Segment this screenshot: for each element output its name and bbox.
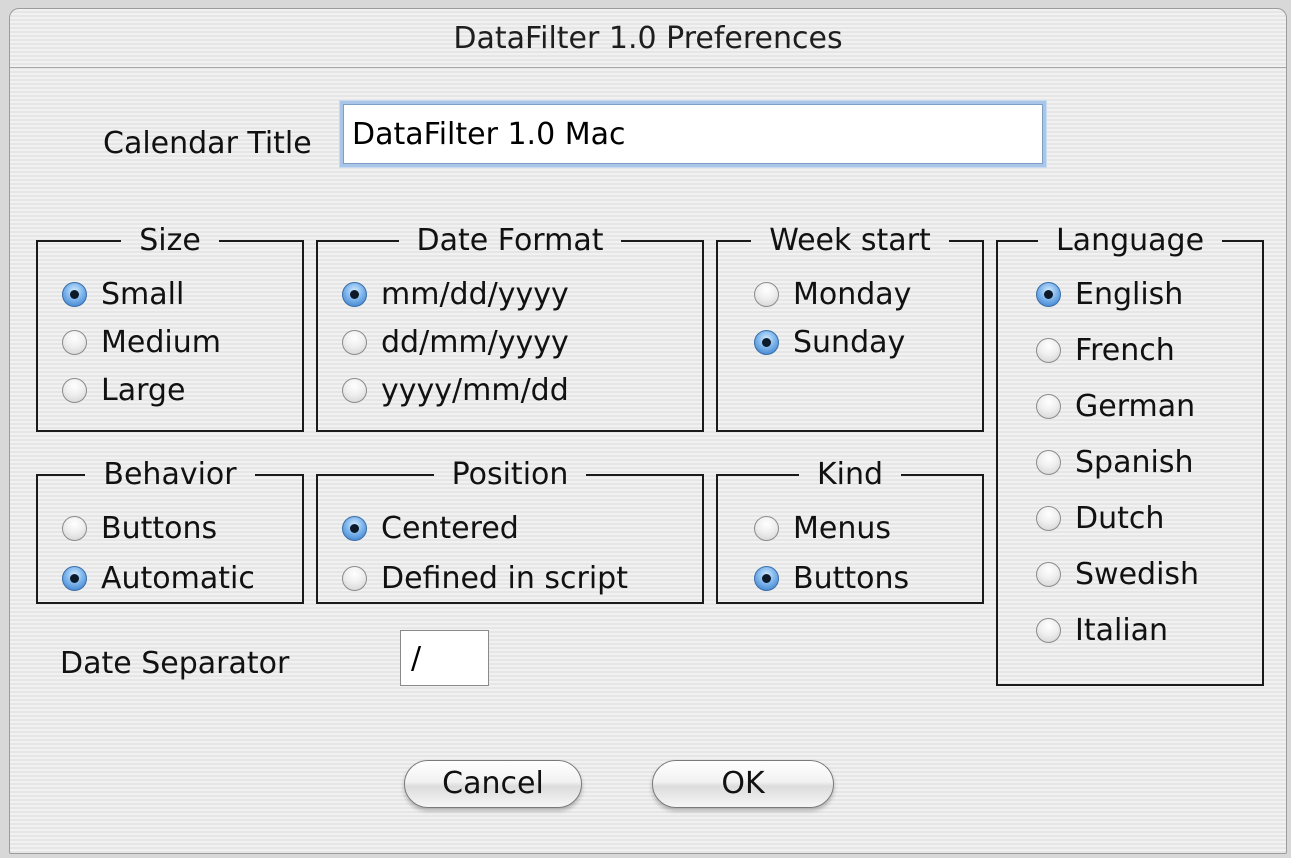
radio-selected-icon[interactable] xyxy=(62,281,87,307)
week-start-legend: Week start xyxy=(769,223,931,258)
language-option-german[interactable]: German xyxy=(1036,386,1195,426)
radio-unselected-icon[interactable] xyxy=(1036,617,1061,643)
date-format-option-label: mm/dd/yyyy xyxy=(381,276,569,312)
date-format-option-mmddyyyy[interactable]: mm/dd/yyyy xyxy=(342,274,569,314)
language-option-dutch[interactable]: Dutch xyxy=(1036,498,1164,538)
calendar-title-label: Calendar Title xyxy=(103,126,312,161)
language-option-english[interactable]: English xyxy=(1036,274,1183,314)
language-option-label: Dutch xyxy=(1075,500,1165,536)
size-option-medium[interactable]: Medium xyxy=(62,322,221,362)
radio-unselected-icon[interactable] xyxy=(1036,449,1061,475)
kind-option-buttons[interactable]: Buttons xyxy=(754,558,909,598)
radio-unselected-icon[interactable] xyxy=(342,565,367,591)
language-option-label: English xyxy=(1075,276,1184,312)
date-format-option-yyyymmdd[interactable]: yyyy/mm/dd xyxy=(342,370,569,410)
size-option-label: Small xyxy=(101,276,185,312)
radio-unselected-icon[interactable] xyxy=(1036,393,1061,419)
ok-button[interactable]: OK xyxy=(652,760,834,808)
kind-option-menus[interactable]: Menus xyxy=(754,508,891,548)
behavior-legend: Behavior xyxy=(103,457,237,492)
radio-selected-icon[interactable] xyxy=(1036,281,1061,307)
position-legend: Position xyxy=(451,457,569,492)
size-legend: Size xyxy=(139,223,201,258)
radio-selected-icon[interactable] xyxy=(342,281,367,307)
behavior-option-buttons[interactable]: Buttons xyxy=(62,508,217,548)
date-format-option-label: yyyy/mm/dd xyxy=(381,372,569,408)
calendar-title-input[interactable] xyxy=(343,104,1043,164)
size-option-label: Large xyxy=(101,372,186,408)
radio-selected-icon[interactable] xyxy=(754,329,779,355)
window-title: DataFilter 1.0 Preferences xyxy=(10,9,1286,68)
week-start-option-label: Monday xyxy=(793,276,912,312)
radio-unselected-icon[interactable] xyxy=(754,515,779,541)
radio-unselected-icon[interactable] xyxy=(1036,505,1061,531)
radio-unselected-icon[interactable] xyxy=(62,377,87,403)
size-option-large[interactable]: Large xyxy=(62,370,185,410)
language-legend: Language xyxy=(1055,223,1205,258)
cancel-button[interactable]: Cancel xyxy=(404,760,582,808)
radio-unselected-icon[interactable] xyxy=(1036,337,1061,363)
radio-unselected-icon[interactable] xyxy=(62,515,87,541)
language-option-label: Swedish xyxy=(1075,556,1200,592)
radio-selected-icon[interactable] xyxy=(754,565,779,591)
position-option-defined-in-script[interactable]: Defined in script xyxy=(342,558,628,598)
week-start-option-label: Sunday xyxy=(793,324,906,360)
language-option-french[interactable]: French xyxy=(1036,330,1175,370)
radio-unselected-icon[interactable] xyxy=(754,281,779,307)
size-option-label: Medium xyxy=(101,324,221,360)
kind-option-label: Menus xyxy=(793,510,891,546)
language-option-spanish[interactable]: Spanish xyxy=(1036,442,1193,482)
date-format-option-ddmmyyyy[interactable]: dd/mm/yyyy xyxy=(342,322,569,362)
date-separator-label: Date Separator xyxy=(60,646,290,681)
kind-option-label: Buttons xyxy=(793,560,910,596)
radio-unselected-icon[interactable] xyxy=(1036,561,1061,587)
radio-unselected-icon[interactable] xyxy=(342,329,367,355)
size-option-small[interactable]: Small xyxy=(62,274,184,314)
week-start-option-monday[interactable]: Monday xyxy=(754,274,911,314)
behavior-option-label: Automatic xyxy=(101,560,255,596)
position-option-label: Defined in script xyxy=(381,560,628,596)
behavior-option-label: Buttons xyxy=(101,510,218,546)
radio-selected-icon[interactable] xyxy=(62,565,87,591)
radio-unselected-icon[interactable] xyxy=(62,329,87,355)
language-option-label: German xyxy=(1075,388,1196,424)
date-format-option-label: dd/mm/yyyy xyxy=(381,324,569,360)
language-option-label: Spanish xyxy=(1075,444,1194,480)
radio-unselected-icon[interactable] xyxy=(342,377,367,403)
week-start-option-sunday[interactable]: Sunday xyxy=(754,322,905,362)
language-option-swedish[interactable]: Swedish xyxy=(1036,554,1199,594)
date-separator-input[interactable] xyxy=(400,630,489,686)
position-option-centered[interactable]: Centered xyxy=(342,508,519,548)
radio-selected-icon[interactable] xyxy=(342,515,367,541)
language-option-label: Italian xyxy=(1075,612,1169,648)
kind-legend: Kind xyxy=(816,457,884,492)
language-option-label: French xyxy=(1075,332,1175,368)
behavior-option-automatic[interactable]: Automatic xyxy=(62,558,255,598)
language-option-italian[interactable]: Italian xyxy=(1036,610,1168,650)
date-format-legend: Date Format xyxy=(416,223,604,258)
position-option-label: Centered xyxy=(381,510,519,546)
